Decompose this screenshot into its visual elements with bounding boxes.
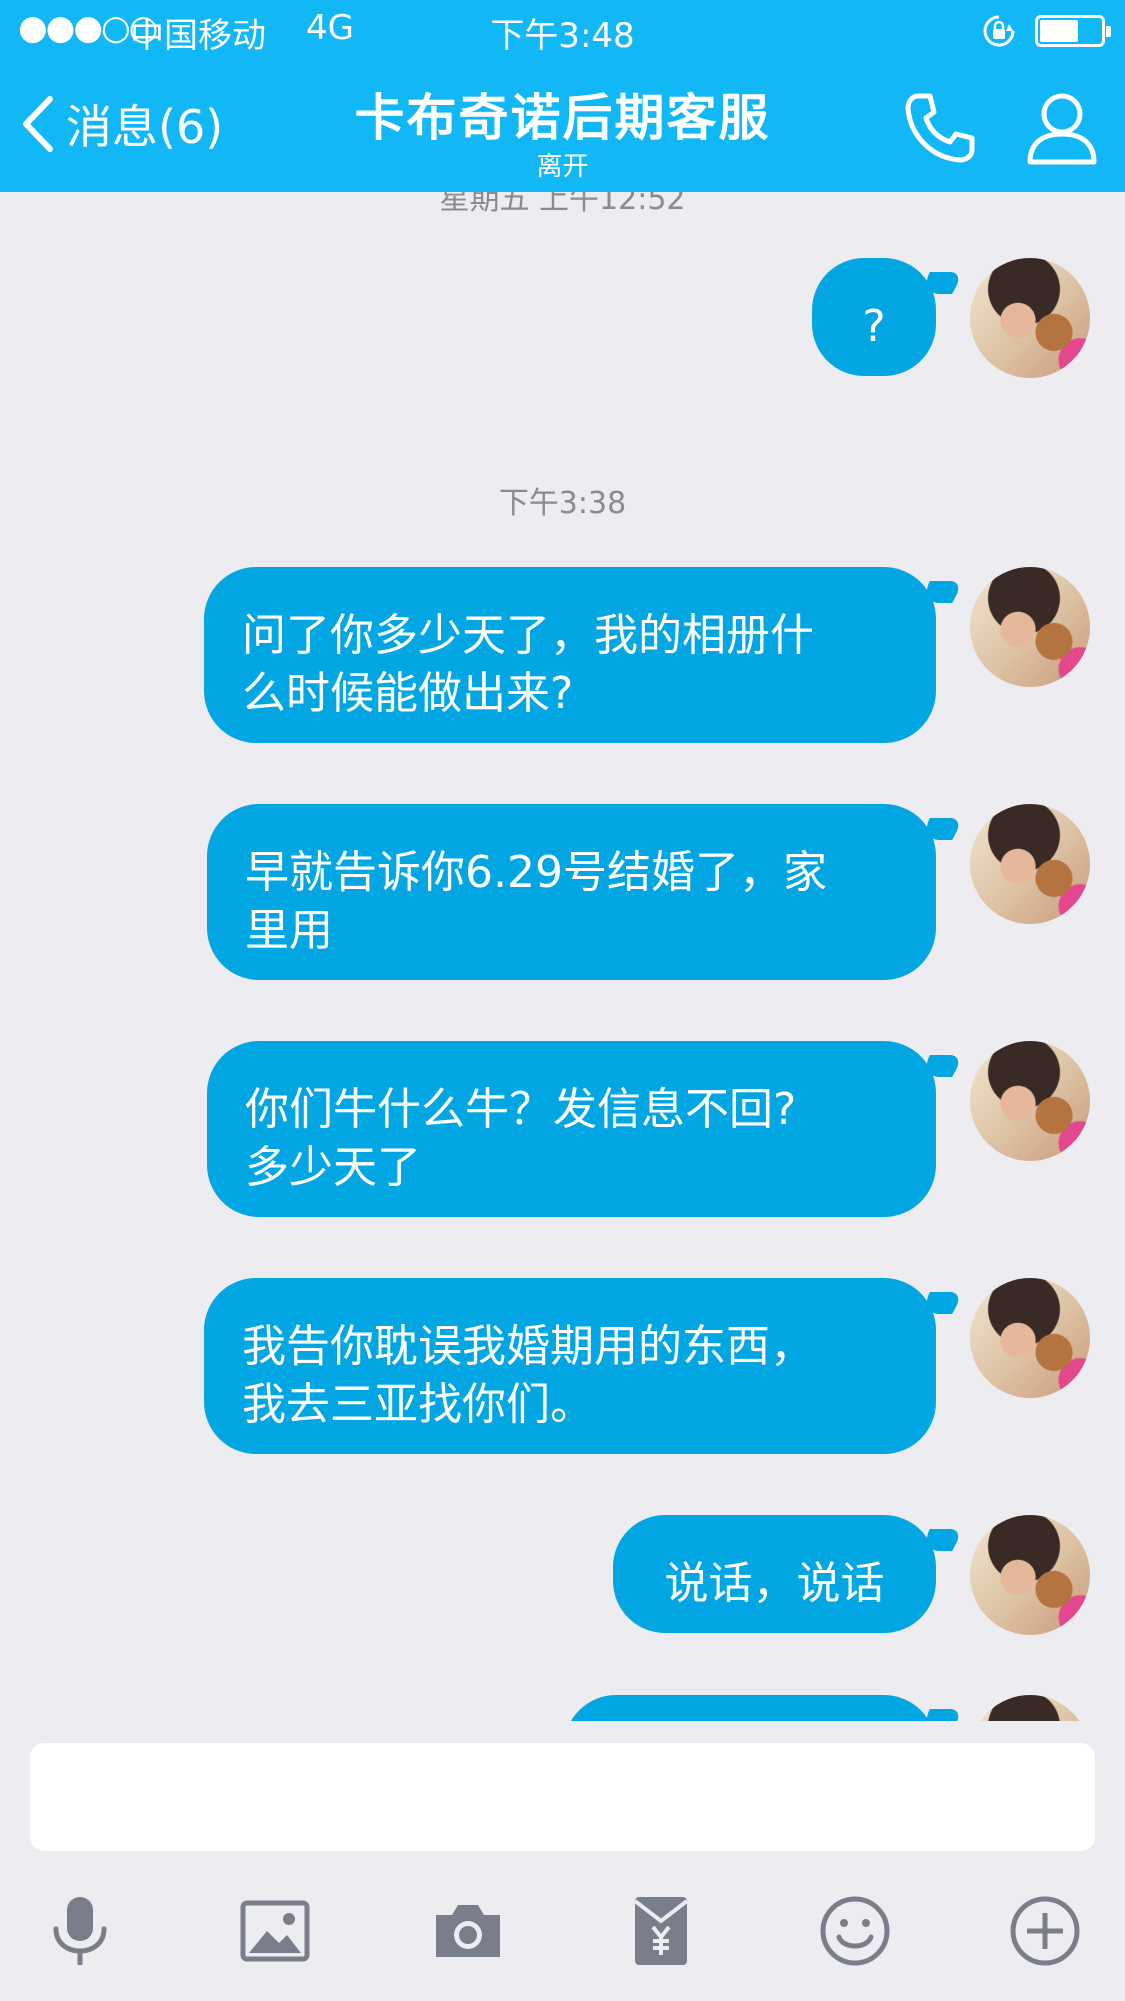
red-packet-button[interactable] (621, 1891, 701, 1971)
message-bubble[interactable]: 你们牛什么牛？发信息不回? 多少天了 (207, 1041, 936, 1217)
emoji-button[interactable] (815, 1891, 895, 1971)
message-text: 早就告诉你6.29号结婚了，家 里用 (245, 847, 827, 956)
message-text: ? (862, 301, 886, 352)
more-button[interactable] (1005, 1891, 1085, 1971)
camera-icon (436, 1905, 500, 1957)
avatar[interactable] (970, 258, 1090, 378)
red-packet-icon (633, 1897, 689, 1965)
image-icon (240, 1900, 310, 1962)
profile-icon[interactable] (1022, 88, 1102, 168)
avatar[interactable] (970, 1695, 1090, 1721)
avatar[interactable] (970, 1515, 1090, 1635)
message-input[interactable] (30, 1743, 1095, 1851)
avatar[interactable] (970, 1041, 1090, 1161)
message-bubble[interactable]: 说话，说话 (613, 1515, 936, 1633)
microphone-icon (53, 1897, 107, 1965)
message-text: 说话，说话 (664, 1558, 885, 1609)
chat-header: ●●●○○ 中国移动 4G 下午3:48 消息(6) 卡布奇诺后期客服 离开 (0, 0, 1125, 192)
message-bubble[interactable]: 问了你多少天了，我的相册什 么时候能做出来? (204, 567, 936, 743)
camera-button[interactable] (428, 1891, 508, 1971)
image-button[interactable] (235, 1891, 315, 1971)
rotation-lock-icon (983, 15, 1015, 47)
message-timestamp: 下午3:38 (498, 486, 627, 521)
message-bubble[interactable]: ? (812, 258, 936, 376)
plus-icon (1010, 1896, 1080, 1966)
message-text: 问了你多少天了，我的相册什 么时候能做出来? (242, 610, 814, 719)
message-bubble[interactable] (564, 1695, 936, 1721)
emoji-icon (820, 1896, 890, 1966)
avatar[interactable] (970, 567, 1090, 687)
input-bar (0, 1721, 1125, 2001)
phone-icon[interactable] (900, 88, 980, 168)
message-text: 我告你耽误我婚期用的东西， 我去三亚找你们。 (242, 1321, 814, 1430)
message-list[interactable]: 星期五 上午12:52 ? 下午3:38 问了你多少天了，我的相册什 么时候能做… (0, 192, 1125, 1721)
status-time: 下午3:48 (490, 16, 635, 56)
message-bubble[interactable]: 我告你耽误我婚期用的东西， 我去三亚找你们。 (204, 1278, 936, 1454)
message-bubble[interactable]: 早就告诉你6.29号结婚了，家 里用 (207, 804, 936, 980)
avatar[interactable] (970, 1278, 1090, 1398)
avatar[interactable] (970, 804, 1090, 924)
battery-icon (1035, 15, 1111, 47)
message-text: 你们牛什么牛？发信息不回? 多少天了 (245, 1084, 797, 1193)
status-bar: ●●●○○ 中国移动 4G 下午3:48 (0, 0, 1125, 60)
message-timestamp: 星期五 上午12:52 (439, 192, 686, 217)
voice-button[interactable] (40, 1891, 120, 1971)
